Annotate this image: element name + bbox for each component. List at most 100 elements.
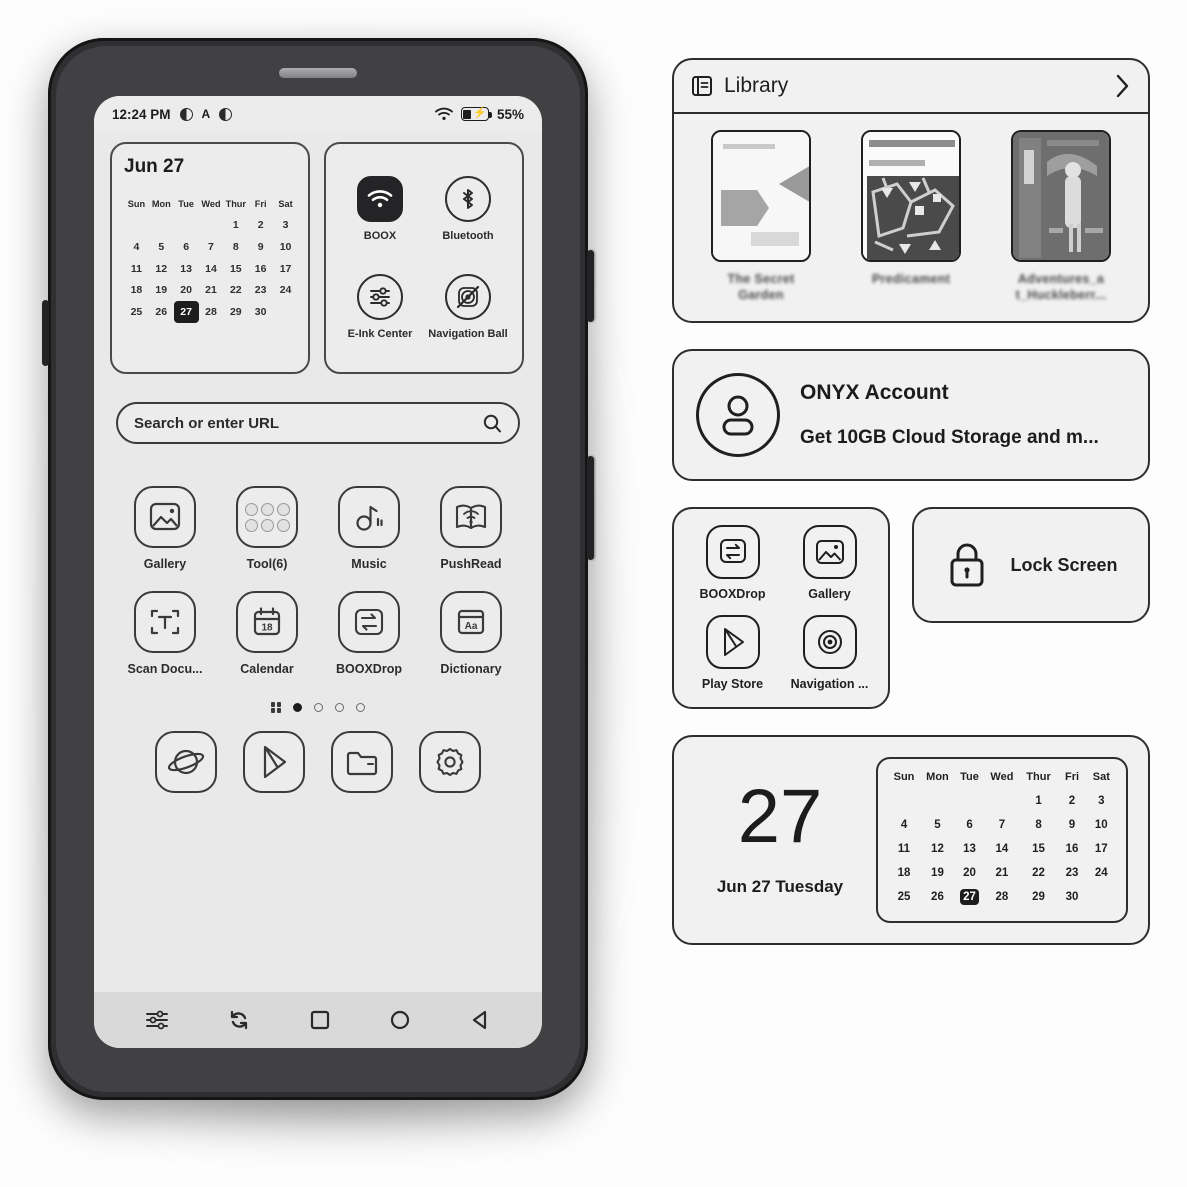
page-dot-3[interactable] [335,702,345,712]
power-button[interactable] [587,250,594,322]
calendar-day-cell[interactable]: 20 [955,861,984,885]
calendar-day-cell[interactable]: 30 [1057,885,1086,909]
calendar-day-cell[interactable]: 3 [273,214,298,236]
calendar-day-cell[interactable]: 26 [920,885,955,909]
back-triangle-icon[interactable] [469,1009,491,1031]
app-pushread[interactable]: PushRead [420,486,522,571]
calendar-day-cell[interactable]: 2 [248,214,273,236]
left-side-button[interactable] [42,300,49,366]
calendar-day-cell[interactable]: 29 [1020,885,1058,909]
calendar-day-cell[interactable]: 8 [223,236,248,258]
calendar-day-cell[interactable]: 14 [199,258,224,280]
calendar-day-cell[interactable]: 21 [199,280,224,302]
calendar-day-cell[interactable]: 22 [1020,861,1058,885]
shortcut-navigation-ball[interactable]: Navigation ... [781,615,878,691]
calendar-day-cell[interactable]: 8 [1020,813,1058,837]
app-drawer-icon[interactable] [270,702,282,713]
calendar-day-cell[interactable]: 26 [149,301,174,323]
calendar-day-cell[interactable]: 10 [1087,813,1116,837]
lock-screen-button[interactable]: Lock Screen [912,507,1150,624]
page-dot-2[interactable] [314,702,324,712]
app-booxdrop[interactable]: BOOXDrop [318,591,420,676]
calendar-day-cell[interactable]: 27 [173,301,199,324]
calendar-day-cell[interactable]: 28 [984,885,1020,909]
calendar-day-cell[interactable]: 23 [248,280,273,302]
calendar-day-cell[interactable]: 4 [124,236,149,258]
calendar-day-cell[interactable]: 18 [888,861,920,885]
calendar-day-cell[interactable]: 22 [223,280,248,302]
library-book[interactable]: Adventures_a t_Huckleberr... [1005,130,1117,303]
calendar-day-cell[interactable]: 6 [174,236,199,258]
calendar-day-cell[interactable]: 27 [955,885,984,909]
library-book[interactable]: Predicament [855,130,967,303]
calendar-day-cell[interactable]: 3 [1087,789,1116,813]
calendar-day-cell[interactable]: 12 [920,837,955,861]
eink-settings-icon[interactable] [145,1009,169,1031]
calendar-day-cell[interactable]: 7 [199,236,224,258]
refresh-icon[interactable] [227,1008,251,1032]
toggle-eink-center[interactable]: E-Ink Center [336,258,424,356]
library-card[interactable]: Library The Secret Garden Predicament Ad… [672,58,1150,324]
app-calendar[interactable]: 18 Calendar [216,591,318,676]
app-gallery[interactable]: Gallery [114,486,216,571]
calendar-day-cell[interactable]: 21 [984,861,1020,885]
calendar-day-cell[interactable]: 17 [1087,837,1116,861]
date-calendar-widget[interactable]: 27 Jun 27 Tuesday Sun Mon Tue Wed Thur Fri Sat… [672,735,1150,946]
onyx-account-card[interactable]: ONYX Account Get 10GB Cloud Storage and … [672,349,1150,482]
calendar-day-cell[interactable]: 18 [124,280,149,302]
library-book[interactable]: The Secret Garden [705,130,817,303]
app-dictionary[interactable]: Aa Dictionary [420,591,522,676]
page-dot-1[interactable] [293,702,303,712]
calendar-day-cell[interactable]: 11 [888,837,920,861]
volume-button[interactable] [587,456,594,560]
search-icon[interactable] [482,413,502,433]
calendar-day-cell[interactable]: 11 [124,258,149,280]
calendar-day-cell[interactable]: 5 [920,813,955,837]
calendar-day-cell[interactable]: 19 [920,861,955,885]
play-store-icon[interactable] [243,730,305,793]
calendar-day-cell[interactable]: 29 [223,301,248,323]
calendar-day-cell[interactable]: 4 [888,813,920,837]
calendar-widget[interactable]: Jun 27 Sun Mon Tue Wed Thur Fri Sat 1234567891… [110,142,310,374]
calendar-day-cell[interactable]: 9 [248,236,273,258]
search-input[interactable]: Search or enter URL [134,415,482,432]
toggle-boox-wifi[interactable]: BOOX [336,160,424,258]
search-bar[interactable]: Search or enter URL [116,402,520,444]
calendar-day-cell[interactable]: 13 [174,258,199,280]
calendar-day-cell[interactable]: 15 [1020,837,1058,861]
folder-icon[interactable] [331,730,393,793]
browser-planet-icon[interactable] [155,730,217,793]
gear-icon[interactable] [419,730,481,793]
calendar-day-cell[interactable]: 24 [273,280,298,302]
app-scan-document[interactable]: Scan Docu... [114,591,216,676]
calendar-day-cell[interactable]: 25 [888,885,920,909]
app-tool-folder[interactable]: Tool(6) [216,486,318,571]
recents-square-icon[interactable] [309,1009,331,1031]
calendar-day-cell[interactable]: 5 [149,236,174,258]
app-music[interactable]: Music [318,486,420,571]
calendar-day-cell[interactable]: 10 [273,236,298,258]
shortcut-booxdrop[interactable]: BOOXDrop [684,525,781,601]
calendar-day-cell[interactable]: 14 [984,837,1020,861]
calendar-day-cell[interactable]: 28 [199,301,224,323]
calendar-day-cell[interactable]: 24 [1087,861,1116,885]
library-header[interactable]: Library [674,60,1148,114]
calendar-day-cell[interactable]: 15 [223,258,248,280]
calendar-day-cell[interactable]: 23 [1057,861,1086,885]
calendar-day-cell[interactable]: 9 [1057,813,1086,837]
calendar-day-cell[interactable]: 6 [955,813,984,837]
calendar-day-cell[interactable]: 2 [1057,789,1086,813]
calendar-day-cell[interactable]: 20 [174,280,199,302]
shortcut-play-store[interactable]: Play Store [684,615,781,691]
calendar-day-cell[interactable]: 7 [984,813,1020,837]
page-dot-4[interactable] [356,702,366,712]
home-circle-icon[interactable] [389,1009,411,1031]
calendar-day-cell[interactable]: 1 [223,214,248,236]
shortcut-gallery[interactable]: Gallery [781,525,878,601]
calendar-day-cell[interactable]: 17 [273,258,298,280]
calendar-day-cell[interactable]: 16 [248,258,273,280]
chevron-right-icon[interactable] [1112,72,1132,100]
calendar-day-cell[interactable]: 19 [149,280,174,302]
calendar-day-cell[interactable]: 25 [124,301,149,323]
calendar-day-cell[interactable]: 12 [149,258,174,280]
